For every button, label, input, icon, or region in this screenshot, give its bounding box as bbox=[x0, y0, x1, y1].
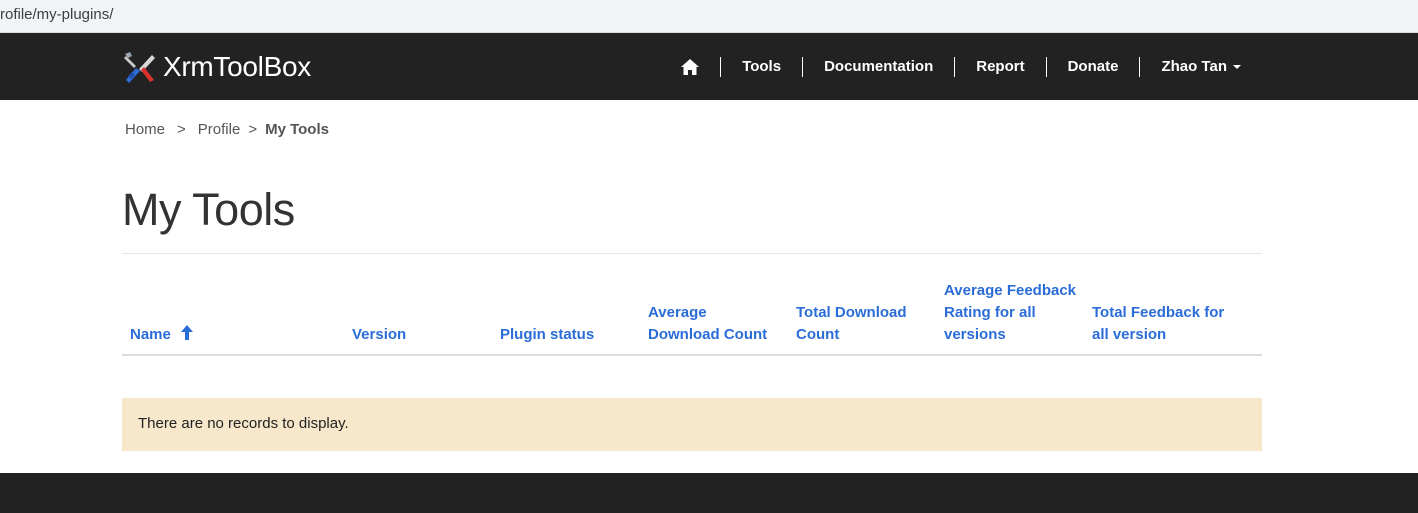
breadcrumb-current: My Tools bbox=[265, 121, 329, 138]
nav-tools[interactable]: Tools bbox=[721, 57, 802, 77]
nav-home[interactable] bbox=[660, 58, 720, 75]
breadcrumb-home[interactable]: Home bbox=[125, 121, 165, 138]
column-header-average-download-count[interactable]: Average Download Count bbox=[648, 302, 778, 346]
nav-report[interactable]: Report bbox=[955, 57, 1045, 77]
user-name: Zhao Tan bbox=[1161, 57, 1227, 75]
address-url[interactable]: rofile/my-plugins/ bbox=[0, 6, 113, 23]
xrmtoolbox-logo-icon bbox=[124, 52, 155, 83]
sort-ascending-arrow-icon bbox=[181, 325, 194, 340]
breadcrumb-separator: > bbox=[248, 121, 258, 138]
column-header-name-label: Name bbox=[130, 326, 171, 343]
brand-name: XrmToolBox bbox=[163, 51, 311, 82]
brand-link[interactable]: XrmToolBox bbox=[122, 50, 311, 84]
page-title: My Tools bbox=[122, 184, 295, 235]
column-header-total-download-count[interactable]: Total Download Count bbox=[796, 302, 921, 346]
breadcrumb-profile[interactable]: Profile bbox=[198, 121, 241, 138]
column-header-version[interactable]: Version bbox=[352, 324, 482, 346]
column-header-average-feedback-rating[interactable]: Average Feedback Rating for all versions bbox=[944, 280, 1079, 346]
breadcrumb-separator: > bbox=[177, 121, 186, 138]
nav-donate[interactable]: Donate bbox=[1047, 57, 1140, 77]
column-header-name[interactable]: Name bbox=[130, 324, 330, 346]
nav-documentation[interactable]: Documentation bbox=[803, 57, 954, 77]
caret-down-icon bbox=[1233, 64, 1241, 69]
column-header-plugin-status[interactable]: Plugin status bbox=[500, 324, 630, 346]
main-nav: Tools Documentation Report Donate Zhao T… bbox=[660, 33, 1262, 100]
title-divider bbox=[122, 253, 1262, 254]
user-menu-dropdown[interactable]: Zhao Tan bbox=[1140, 57, 1262, 77]
tools-table-header: Name Version Plugin status Average Downl… bbox=[122, 278, 1262, 356]
home-icon bbox=[681, 58, 700, 75]
browser-address-bar[interactable]: rofile/my-plugins/ bbox=[0, 0, 1418, 33]
no-records-message: There are no records to display. bbox=[122, 398, 1262, 451]
page-footer bbox=[0, 473, 1418, 513]
breadcrumb: Home > Profile > My Tools bbox=[125, 121, 329, 138]
top-navbar: XrmToolBox Tools Documentation Report Do… bbox=[0, 33, 1418, 100]
column-header-total-feedback[interactable]: Total Feedback for all version bbox=[1092, 302, 1232, 346]
